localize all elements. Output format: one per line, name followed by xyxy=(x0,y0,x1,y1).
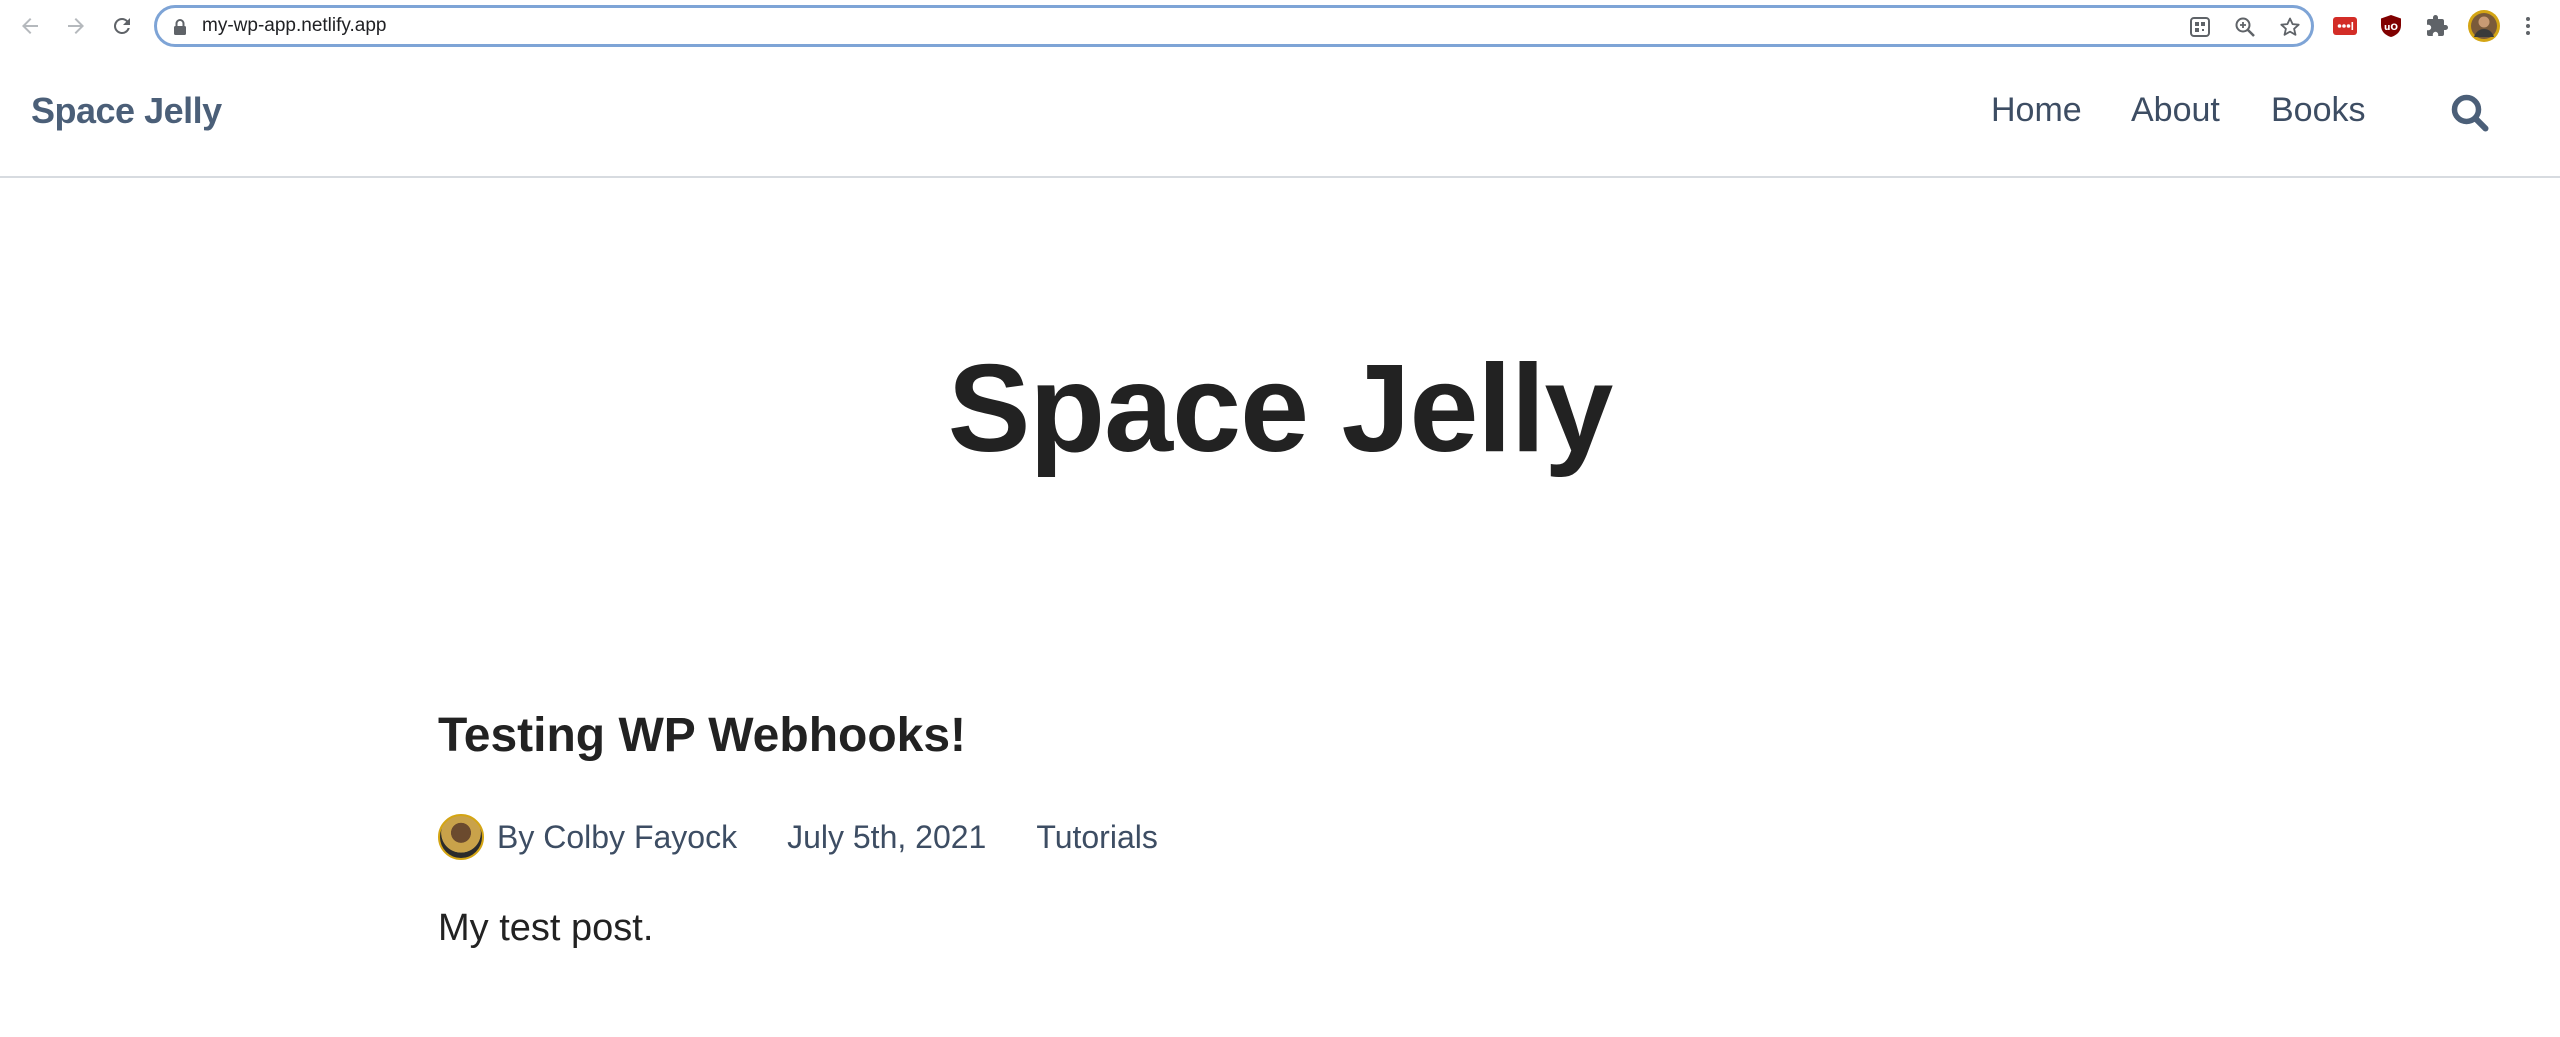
extension-lastpass-icon[interactable] xyxy=(2331,12,2359,40)
qr-code-icon[interactable] xyxy=(2188,15,2212,39)
menu-dots-icon[interactable] xyxy=(2514,12,2542,40)
bookmark-star-icon[interactable] xyxy=(2278,15,2302,39)
author-avatar xyxy=(438,814,484,860)
post-title-link[interactable]: Testing WP Webhooks! xyxy=(438,708,966,763)
extensions-puzzle-icon[interactable] xyxy=(2423,12,2451,40)
post-meta: By Colby Fayock July 5th, 2021 Tutorials xyxy=(438,814,1158,860)
site-logo-link[interactable]: Space Jelly xyxy=(31,90,222,132)
forward-arrow-icon xyxy=(68,18,84,34)
post-category-link[interactable]: Tutorials xyxy=(1036,819,1158,856)
search-button[interactable] xyxy=(2450,93,2490,133)
profile-avatar-icon[interactable] xyxy=(2467,9,2501,43)
back-arrow-icon xyxy=(22,18,38,34)
lock-icon xyxy=(174,19,186,35)
extension-ublock-icon[interactable]: uO xyxy=(2377,12,2405,40)
nav-link-books[interactable]: Books xyxy=(2271,91,2366,130)
site-header: Space Jelly Home About Books xyxy=(0,53,2560,178)
back-button[interactable] xyxy=(13,9,47,43)
reload-button[interactable] xyxy=(105,9,139,43)
reload-icon xyxy=(114,18,130,34)
nav-link-about[interactable]: About xyxy=(2131,91,2220,130)
post-date: July 5th, 2021 xyxy=(787,818,987,855)
nav-link-home[interactable]: Home xyxy=(1991,91,2082,130)
forward-button[interactable] xyxy=(59,9,93,43)
search-icon xyxy=(2451,94,2489,132)
browser-toolbar: my-wp-app.netlify.app uO xyxy=(0,0,2560,53)
hero-title: Space Jelly xyxy=(947,340,1614,478)
address-bar[interactable]: my-wp-app.netlify.app xyxy=(154,5,2314,47)
zoom-icon[interactable] xyxy=(2233,15,2257,39)
url-text[interactable]: my-wp-app.netlify.app xyxy=(202,8,386,44)
post-author[interactable]: By Colby Fayock xyxy=(497,819,737,856)
svg-text:uO: uO xyxy=(2384,23,2398,33)
post-excerpt: My test post. xyxy=(438,907,654,949)
